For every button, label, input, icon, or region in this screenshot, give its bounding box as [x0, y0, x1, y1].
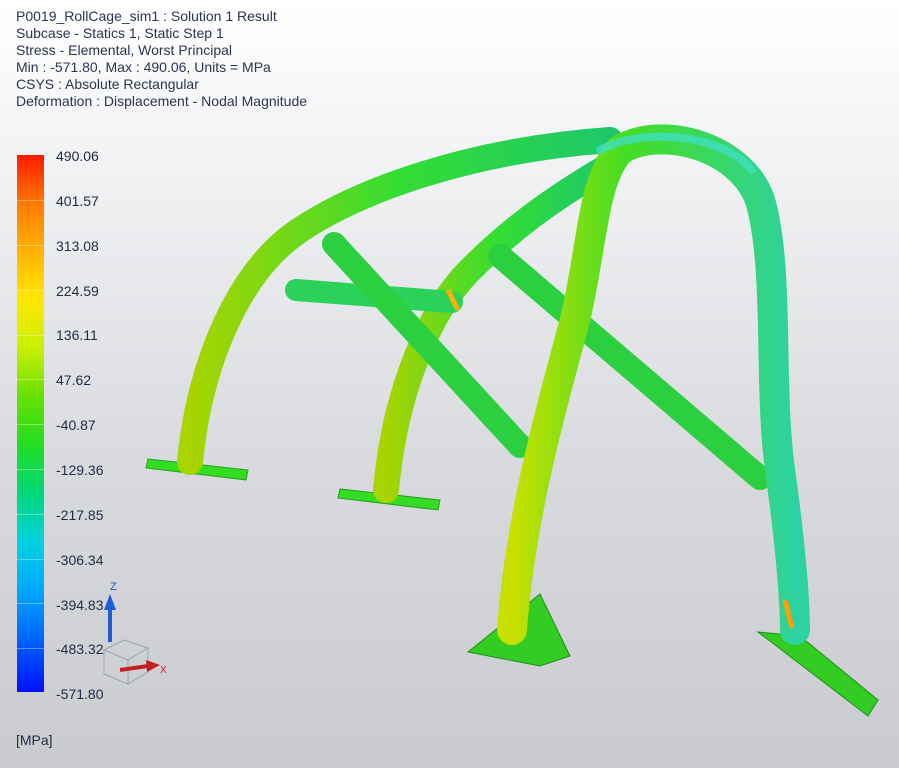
diagonal-brace-rear [322, 232, 532, 458]
x-axis-label: X [160, 665, 167, 676]
graphics-viewport[interactable]: P0019_RollCage_sim1 : Solution 1 Result … [0, 0, 899, 768]
mount-plate-front-right [756, 631, 879, 717]
triad-cube [102, 639, 150, 685]
coordinate-triad: Z X [102, 581, 167, 685]
z-axis-arrow [104, 594, 116, 642]
z-axis-label: Z [110, 581, 117, 593]
x-axis-arrow [119, 660, 160, 672]
